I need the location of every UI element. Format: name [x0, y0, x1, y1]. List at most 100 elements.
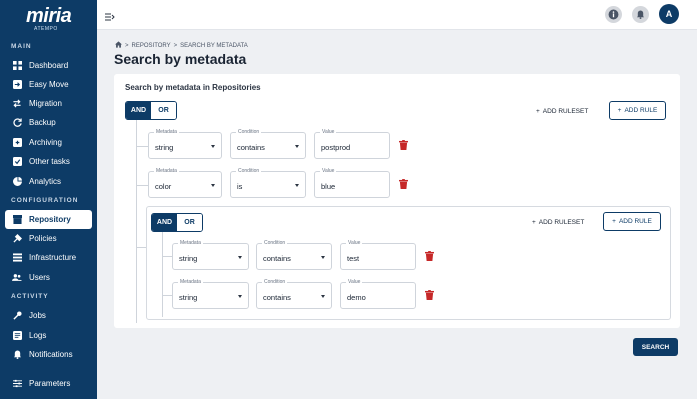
sidebar-item-label: Other tasks	[29, 157, 70, 166]
card-title: Search by metadata in Repositories	[125, 83, 261, 92]
field-label: Condition	[262, 240, 288, 246]
field-value: test	[347, 254, 360, 263]
chevron-down-icon	[321, 256, 325, 259]
chevron-down-icon	[238, 256, 242, 259]
user-avatar[interactable]: A	[659, 4, 679, 24]
field-label: Condition	[262, 279, 288, 285]
condition-select[interactable]: Condition is	[230, 168, 306, 198]
sidebar-item-easy-move[interactable]: Easy Move	[5, 75, 92, 94]
value-input[interactable]: Value demo	[340, 279, 416, 309]
add-rule-button[interactable]: + ADD RULE	[603, 212, 661, 231]
toggle-or[interactable]: OR	[151, 102, 176, 119]
field-label: Metadata	[178, 279, 203, 285]
menu-collapse-icon[interactable]	[105, 9, 117, 21]
home-icon[interactable]	[115, 41, 122, 50]
field-value: is	[237, 182, 243, 191]
sidebar-item-jobs[interactable]: Jobs	[5, 306, 92, 325]
section-activity: ACTIVITY	[11, 293, 49, 300]
metadata-select[interactable]: Metadata string	[172, 240, 249, 270]
toggle-or[interactable]: OR	[177, 214, 202, 231]
trash-icon[interactable]	[399, 140, 408, 150]
sidebar-item-policies[interactable]: Policies	[5, 229, 92, 248]
sidebar-item-logs[interactable]: Logs	[5, 326, 92, 345]
sidebar-item-backup[interactable]: Backup	[5, 113, 92, 132]
add-rule-label: ADD RULE	[624, 107, 658, 114]
sidebar-item-migration[interactable]: Migration	[5, 94, 92, 113]
chevron-down-icon	[295, 145, 299, 148]
condition-select[interactable]: Condition contains	[256, 279, 332, 309]
field-value: contains	[263, 293, 291, 302]
add-rule-button[interactable]: + ADD RULE	[609, 101, 666, 120]
search-button[interactable]: SEARCH	[633, 338, 678, 356]
toggle-and[interactable]: AND	[152, 214, 177, 231]
tree-branch	[136, 185, 148, 186]
sidebar-item-notifications[interactable]: Notifications	[5, 345, 92, 364]
condition-select[interactable]: Condition contains	[230, 129, 306, 159]
tree-branch	[136, 247, 146, 248]
sidebar-item-dashboard[interactable]: Dashboard	[5, 56, 92, 75]
breadcrumb: > REPOSITORY > SEARCH BY METADATA	[115, 41, 248, 50]
metadata-select[interactable]: Metadata string	[148, 129, 222, 159]
field-value: string	[155, 143, 174, 152]
jobs-icon	[5, 311, 29, 320]
metadata-select[interactable]: Metadata string	[172, 279, 249, 309]
plus-icon: +	[617, 107, 622, 114]
field-value: demo	[347, 293, 366, 302]
sidebar-item-parameters[interactable]: Parameters	[5, 374, 92, 393]
add-ruleset-button[interactable]: + ADD RULESET	[532, 219, 584, 226]
app-logo[interactable]: miria ATEMPO	[26, 5, 72, 33]
add-rule-label: ADD RULE	[618, 218, 652, 225]
sliders-icon	[5, 379, 29, 388]
sidebar-item-repository[interactable]: Repository	[5, 210, 92, 229]
sidebar-item-label: Policies	[29, 234, 57, 243]
value-input[interactable]: Value test	[340, 240, 416, 270]
add-ruleset-button[interactable]: + ADD RULESET	[536, 108, 588, 115]
sidebar-item-label: Jobs	[29, 311, 46, 320]
sidebar-item-label: Notifications	[29, 350, 73, 359]
field-label: Value	[346, 240, 363, 246]
field-label: Value	[346, 279, 363, 285]
field-value: string	[179, 293, 198, 302]
backup-icon	[5, 118, 29, 127]
sidebar-item-other-tasks[interactable]: Other tasks	[5, 152, 92, 171]
dashboard-icon	[5, 61, 29, 70]
value-input[interactable]: Value postprod	[314, 129, 390, 159]
trash-icon[interactable]	[425, 290, 434, 300]
outer-and-or-toggle: AND OR	[125, 101, 177, 120]
sidebar-item-archiving[interactable]: Archiving	[5, 133, 92, 152]
breadcrumb-repository[interactable]: REPOSITORY	[132, 43, 171, 49]
analytics-icon	[5, 177, 29, 186]
field-value: postprod	[321, 143, 351, 152]
condition-select[interactable]: Condition contains	[256, 240, 332, 270]
info-icon[interactable]	[605, 6, 622, 23]
other-tasks-icon	[5, 157, 29, 166]
trash-icon[interactable]	[425, 251, 434, 261]
trash-icon[interactable]	[399, 179, 408, 189]
field-label: Value	[320, 168, 337, 174]
toggle-and[interactable]: AND	[126, 102, 151, 119]
sidebar-item-analytics[interactable]: Analytics	[5, 172, 92, 191]
sidebar-item-label: Migration	[29, 99, 62, 108]
field-value: contains	[263, 254, 291, 263]
sidebar-item-label: Easy Move	[29, 80, 69, 89]
infrastructure-icon	[5, 253, 29, 262]
field-label: Metadata	[178, 240, 203, 246]
chevron-down-icon	[211, 145, 215, 148]
sidebar-item-users[interactable]: Users	[5, 268, 92, 287]
field-label: Metadata	[154, 168, 179, 174]
field-value: contains	[237, 143, 265, 152]
value-input[interactable]: Value blue	[314, 168, 390, 198]
logs-icon	[5, 331, 29, 340]
tree-line	[162, 232, 163, 317]
tree-line	[136, 120, 137, 323]
sidebar-item-label: Archiving	[29, 138, 62, 147]
sidebar-item-label: Infrastructure	[29, 253, 77, 262]
logo-subtext: ATEMPO	[34, 26, 58, 32]
section-configuration: CONFIGURATION	[11, 197, 79, 204]
field-value: string	[179, 254, 198, 263]
metadata-select[interactable]: Metadata color	[148, 168, 222, 198]
sidebar-item-infrastructure[interactable]: Infrastructure	[5, 248, 92, 267]
bell-icon[interactable]	[632, 6, 649, 23]
chevron-down-icon	[321, 295, 325, 298]
chevron-down-icon	[295, 184, 299, 187]
